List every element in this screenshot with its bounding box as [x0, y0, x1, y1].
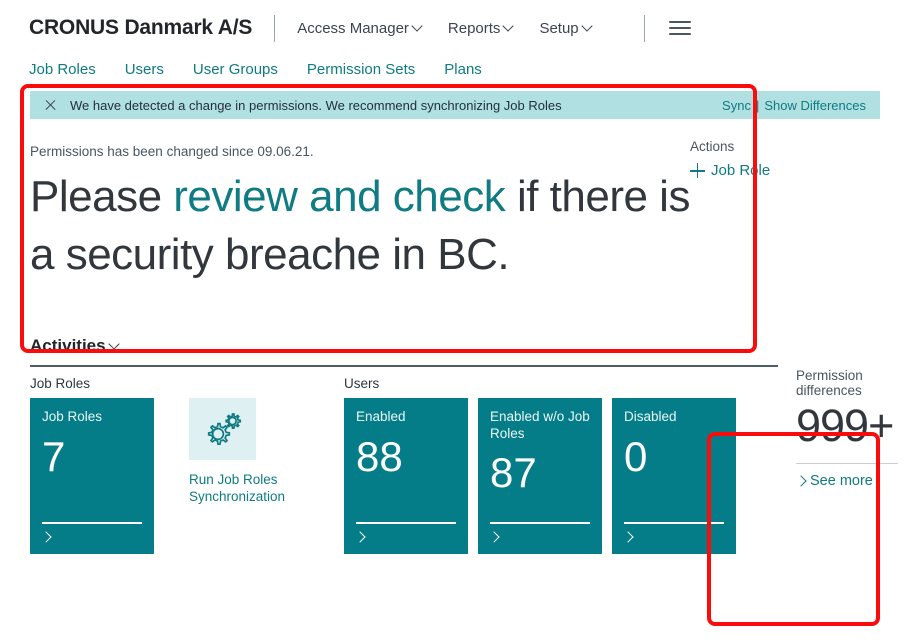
hamburger-icon[interactable] [668, 21, 691, 35]
nav-item-access-manager[interactable]: Access Manager [297, 20, 422, 37]
chevron-down-icon [413, 22, 422, 31]
tile-job-roles[interactable]: Job Roles 7 [30, 397, 154, 554]
tile-enabled-label: Enabled [356, 408, 406, 424]
chevron-right-icon[interactable] [624, 533, 633, 542]
top-header-bar: CRONUS Danmark A/S Access Manager Report… [0, 0, 908, 56]
tile-job-roles-value: 7 [42, 432, 66, 480]
header-divider-2 [643, 14, 645, 42]
nav-item-setup-label: Setup [539, 19, 579, 37]
group-users-title: Users [344, 375, 380, 391]
permission-differences-value: 999+ [796, 399, 894, 451]
activities-header[interactable]: Activities [30, 336, 882, 365]
tile-footer [624, 522, 724, 541]
notification-wrapper: We have detected a change in permissions… [0, 82, 908, 119]
plus-icon [690, 163, 705, 178]
tab-job-roles[interactable]: Job Roles [29, 61, 96, 78]
page-headline: Please review and check if there is a se… [30, 168, 690, 284]
group-job-roles-title: Job Roles [30, 375, 91, 391]
gears-icon-container [189, 397, 256, 460]
activities-section: Activities Job Roles Job Roles 7 Run Job… [30, 284, 908, 558]
group-job-roles: Job Roles Job Roles 7 Run Job Roles Sync… [30, 376, 309, 558]
tile-enabled-value: 88 [356, 432, 403, 480]
sync-link[interactable]: Sync [722, 98, 751, 113]
permissions-changed-subtitle: Permissions has been changed since 09.06… [30, 144, 314, 159]
chevron-right-icon [796, 476, 806, 486]
actions-title: Actions [690, 139, 735, 154]
add-job-role-label: Job Role [711, 162, 771, 179]
activities-divider [30, 365, 882, 367]
chevron-right-icon[interactable] [490, 533, 499, 542]
group-users-tiles: Enabled 88 Enabled w/o Job Roles 87 Disa… [344, 397, 746, 554]
tab-permission-sets[interactable]: Permission Sets [307, 61, 415, 78]
notification-actions: Sync | Show Differences [722, 98, 866, 113]
show-differences-link[interactable]: Show Differences [764, 98, 866, 113]
add-job-role-action[interactable]: Job Role [690, 162, 908, 179]
see-more-label: See more [810, 472, 873, 489]
tile-enabled-without-job-roles[interactable]: Enabled w/o Job Roles 87 [478, 397, 602, 554]
nav-item-reports[interactable]: Reports [448, 20, 514, 37]
main-content: Permissions has been changed since 09.06… [0, 119, 908, 284]
tile-enabled-without-job-roles-label: Enabled w/o Job Roles [490, 408, 590, 441]
tile-underline [42, 522, 142, 524]
tile-footer [356, 522, 456, 541]
chevron-right-icon[interactable] [356, 533, 365, 542]
main-message-block: Permissions has been changed since 09.06… [30, 119, 690, 284]
tile-footer [490, 522, 590, 541]
close-icon[interactable] [44, 99, 57, 112]
permission-differences-divider [796, 462, 898, 464]
permissions-change-notification: We have detected a change in permissions… [30, 91, 880, 119]
see-more-link[interactable]: See more [796, 473, 908, 489]
tab-plans[interactable]: Plans [444, 61, 482, 78]
hamburger-line [668, 27, 691, 29]
activities-title: Activities [30, 336, 106, 356]
permission-differences-title: Permission differences [796, 367, 863, 398]
tile-underline [356, 522, 456, 524]
header-divider-1 [274, 14, 276, 42]
tab-users[interactable]: Users [125, 61, 164, 78]
headline-text-part1: Please [30, 172, 174, 221]
actions-panel: Actions Job Role [690, 119, 908, 284]
permission-differences-card[interactable]: Permission differences 999+ See more [778, 351, 908, 534]
tile-disabled[interactable]: Disabled 0 [612, 397, 736, 554]
nav-item-access-manager-label: Access Manager [297, 19, 409, 37]
activities-groups: Job Roles Job Roles 7 Run Job Roles Sync… [30, 351, 908, 558]
tile-enabled-without-job-roles-value: 87 [490, 449, 537, 497]
run-job-roles-synchronization-action[interactable]: Run Job Roles Synchronization [189, 397, 309, 554]
tile-disabled-value: 0 [624, 432, 648, 480]
notification-separator: | [755, 97, 760, 113]
tile-underline [490, 522, 590, 524]
nav-item-setup[interactable]: Setup [539, 20, 591, 37]
tile-enabled[interactable]: Enabled 88 [344, 397, 468, 554]
sub-navigation-tabs: Job Roles Users User Groups Permission S… [0, 56, 908, 82]
chevron-down-icon [110, 340, 119, 349]
chevron-right-icon[interactable] [42, 533, 51, 542]
tile-disabled-label: Disabled [624, 408, 677, 424]
nav-item-reports-label: Reports [447, 19, 501, 37]
chevron-down-icon [504, 22, 513, 31]
tab-user-groups[interactable]: User Groups [193, 61, 278, 78]
company-name: CRONUS Danmark A/S [29, 16, 253, 39]
notification-message: We have detected a change in permissions… [70, 97, 562, 113]
gears-icon [207, 412, 241, 445]
group-users: Users Enabled 88 Enabled w/o Job Roles 8… [344, 376, 746, 558]
permission-differences-slot: Permission differences 999+ See more [778, 351, 908, 558]
headline-accent-text: review and check [173, 172, 506, 221]
run-job-roles-synchronization-label: Run Job Roles Synchronization [189, 471, 286, 504]
tile-job-roles-label: Job Roles [42, 408, 103, 424]
group-job-roles-tiles: Job Roles 7 Run Job Roles Synchronizatio… [30, 397, 309, 554]
tile-underline [624, 522, 724, 524]
chevron-down-icon [583, 22, 592, 31]
tile-footer [42, 522, 142, 541]
hamburger-line [668, 21, 691, 23]
hamburger-line [668, 33, 691, 35]
